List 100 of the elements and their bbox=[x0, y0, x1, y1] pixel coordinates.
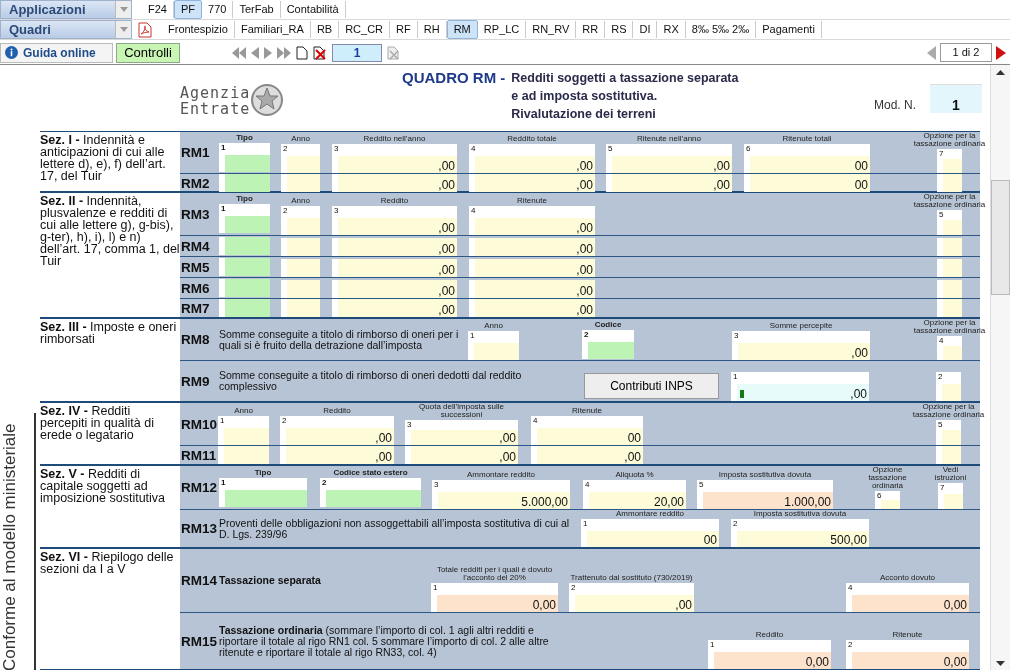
input-field[interactable] bbox=[468, 343, 519, 360]
input-field[interactable] bbox=[219, 237, 270, 255]
input-field[interactable]: ,00 bbox=[469, 218, 595, 235]
input-field[interactable]: 00 bbox=[744, 174, 870, 192]
input-field[interactable]: ,00 bbox=[469, 280, 595, 298]
input-field[interactable]: 5.000,00 bbox=[432, 492, 570, 509]
input-field[interactable] bbox=[937, 280, 962, 298]
first-page-icon[interactable] bbox=[232, 46, 246, 59]
tab[interactable]: RC_CR bbox=[339, 21, 391, 38]
tab[interactable]: RB bbox=[310, 21, 340, 38]
new-page-icon[interactable] bbox=[296, 45, 308, 60]
input-field[interactable] bbox=[937, 238, 962, 256]
input-field[interactable]: ,00 bbox=[332, 218, 457, 235]
next-page-icon[interactable] bbox=[264, 46, 272, 59]
input-field[interactable] bbox=[937, 220, 962, 235]
input-field[interactable]: 1.000,00 bbox=[697, 492, 833, 509]
input-field[interactable] bbox=[937, 299, 962, 317]
input-field[interactable]: ,00 bbox=[606, 174, 732, 192]
page-number-field[interactable]: 1 bbox=[332, 43, 382, 62]
input-field[interactable] bbox=[219, 216, 270, 233]
tab[interactable]: 8‰ 5‰ 2‰ bbox=[685, 21, 757, 38]
input-field[interactable]: ,00 bbox=[280, 428, 394, 445]
scroll-thumb[interactable] bbox=[991, 180, 1010, 295]
input-field[interactable]: ,00 bbox=[469, 174, 595, 192]
input-field[interactable]: 20,00 bbox=[583, 492, 686, 509]
input-field[interactable] bbox=[219, 258, 270, 276]
input-field[interactable] bbox=[281, 238, 320, 256]
input-field[interactable]: ,00 bbox=[469, 259, 595, 277]
input-field[interactable]: 0,00 bbox=[846, 595, 969, 612]
input-field[interactable] bbox=[281, 174, 320, 192]
tab[interactable]: RP_LC bbox=[477, 21, 527, 38]
tab[interactable]: Familiari_RA bbox=[234, 21, 311, 38]
input-field[interactable]: 00 bbox=[531, 428, 643, 445]
previous-page-icon[interactable] bbox=[251, 46, 259, 59]
tab[interactable]: 770 bbox=[202, 1, 234, 18]
tab[interactable]: RS bbox=[605, 21, 634, 38]
tab[interactable]: RH bbox=[417, 21, 447, 38]
tab[interactable]: RN_RV bbox=[526, 21, 577, 38]
input-field[interactable] bbox=[281, 299, 320, 317]
input-field[interactable] bbox=[219, 279, 270, 297]
input-field[interactable]: ,00 bbox=[332, 259, 457, 277]
scroll-down-icon[interactable] bbox=[996, 661, 1005, 666]
input-field[interactable] bbox=[219, 299, 270, 317]
quadri-dropdown[interactable]: Quadri bbox=[0, 20, 132, 39]
input-field[interactable]: 00 bbox=[744, 156, 870, 173]
mod-number-field[interactable]: 1 bbox=[930, 84, 982, 113]
input-field[interactable]: ,00 bbox=[606, 156, 732, 173]
next-page-icon[interactable] bbox=[996, 45, 1006, 60]
input-field[interactable] bbox=[937, 259, 962, 277]
input-field[interactable]: 0,00 bbox=[846, 652, 969, 669]
tab[interactable]: RR bbox=[576, 21, 606, 38]
previous-page-icon[interactable] bbox=[927, 45, 936, 60]
delete-page-icon[interactable] bbox=[313, 45, 327, 60]
scroll-up-icon[interactable] bbox=[996, 70, 1005, 75]
input-field[interactable]: 0,00 bbox=[431, 595, 558, 612]
tab[interactable]: Pagamenti bbox=[756, 21, 822, 38]
input-field[interactable] bbox=[281, 218, 320, 235]
input-field[interactable] bbox=[218, 446, 269, 464]
last-page-icon[interactable] bbox=[277, 46, 291, 59]
tab[interactable]: RX bbox=[657, 21, 686, 38]
tab[interactable]: RF bbox=[390, 21, 418, 38]
input-field[interactable]: ,00 bbox=[731, 384, 869, 401]
input-field[interactable]: ,00 bbox=[732, 343, 870, 360]
input-field[interactable]: ,00 bbox=[405, 446, 518, 464]
input-field[interactable]: 0,00 bbox=[708, 652, 831, 669]
tab[interactable]: RM bbox=[446, 20, 478, 39]
input-field[interactable]: ,00 bbox=[280, 446, 394, 464]
input-field[interactable] bbox=[875, 500, 900, 509]
input-field[interactable] bbox=[937, 174, 962, 192]
input-field[interactable]: ,00 bbox=[332, 174, 457, 192]
contributi-button[interactable]: Contributi INPS bbox=[584, 373, 719, 399]
input-field[interactable] bbox=[218, 428, 269, 445]
input-field[interactable] bbox=[936, 384, 961, 401]
input-field[interactable]: ,00 bbox=[569, 595, 694, 612]
input-field[interactable]: ,00 bbox=[332, 280, 457, 298]
input-field[interactable]: ,00 bbox=[332, 299, 457, 317]
input-field[interactable]: ,00 bbox=[531, 446, 643, 464]
input-field[interactable] bbox=[936, 430, 961, 445]
tab[interactable]: Contabilità bbox=[280, 1, 346, 18]
applications-dropdown[interactable]: Applicazioni bbox=[0, 0, 132, 19]
tab[interactable]: TerFab bbox=[233, 1, 281, 18]
check-button[interactable]: Controlli bbox=[116, 42, 180, 63]
input-field[interactable]: ,00 bbox=[469, 299, 595, 317]
input-field[interactable] bbox=[281, 259, 320, 277]
input-field[interactable] bbox=[219, 174, 270, 192]
input-field[interactable]: ,00 bbox=[469, 156, 595, 173]
tab[interactable]: PF bbox=[173, 0, 203, 19]
help-button[interactable]: Guida online bbox=[0, 42, 113, 63]
pdf-icon[interactable] bbox=[138, 21, 152, 38]
tab[interactable]: Frontespizio bbox=[162, 21, 235, 38]
input-field[interactable]: ,00 bbox=[332, 156, 457, 173]
input-field[interactable]: ,00 bbox=[469, 238, 595, 256]
input-field[interactable]: ,00 bbox=[332, 238, 457, 256]
tab[interactable]: DI bbox=[633, 21, 658, 38]
input-field[interactable] bbox=[281, 280, 320, 298]
scrollbar[interactable] bbox=[990, 65, 1010, 670]
input-field[interactable] bbox=[936, 446, 961, 464]
input-field[interactable]: ,00 bbox=[405, 430, 518, 445]
tab[interactable]: F24 bbox=[142, 1, 174, 18]
input-field[interactable] bbox=[281, 156, 320, 173]
